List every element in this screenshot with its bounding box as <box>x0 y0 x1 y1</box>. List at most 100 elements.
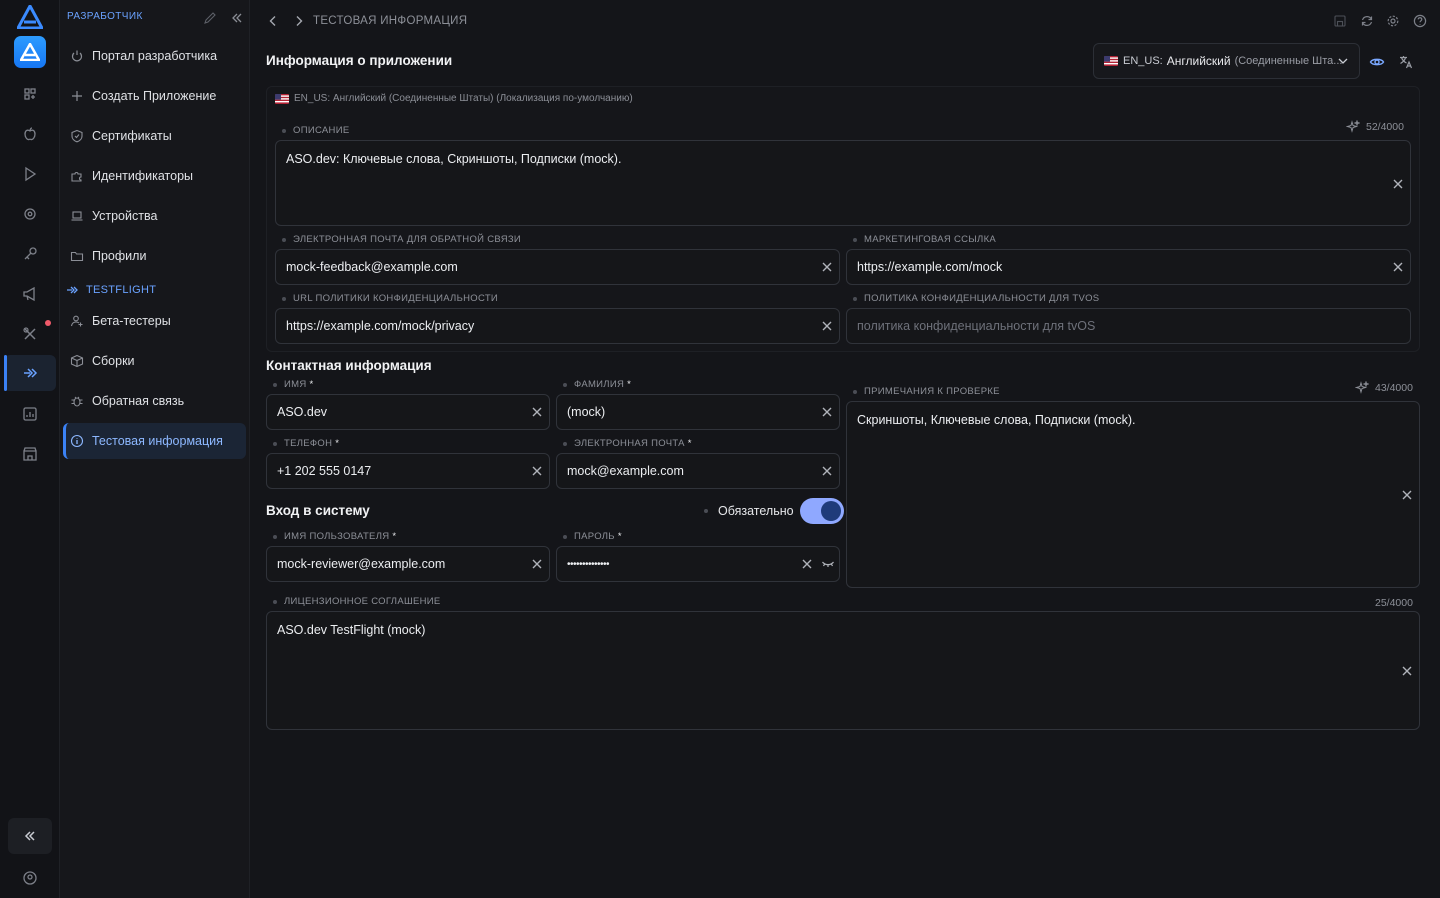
testflight-icon[interactable] <box>20 363 40 383</box>
locale-region: (Соединенные Шта... <box>1234 55 1343 67</box>
collapse-sidebar-icon[interactable] <box>230 11 244 25</box>
sidebar-item-profiles[interactable]: Профили <box>63 238 246 274</box>
first-name-value: ASO.dev <box>277 405 328 419</box>
us-flag-icon <box>1104 56 1118 66</box>
sidebar-item-builds[interactable]: Сборки <box>63 343 246 379</box>
translate-icon[interactable] <box>1398 54 1414 70</box>
sidebar-item-label: Профили <box>92 249 147 263</box>
megaphone-icon[interactable] <box>20 284 40 304</box>
sidebar-item-beta-testers[interactable]: Бета-тестеры <box>63 303 246 339</box>
pencil-icon[interactable] <box>203 11 217 25</box>
toggle-knob <box>820 501 841 521</box>
target-icon[interactable] <box>20 204 40 224</box>
rail-collapse-button[interactable] <box>8 818 52 854</box>
required-toggle-row: Обязательно <box>704 498 844 524</box>
counter-text: 43/4000 <box>1375 382 1413 394</box>
analytics-icon[interactable] <box>20 404 40 424</box>
locale-header-text: EN_US: Английский (Соединенные Штаты) (Л… <box>294 93 633 104</box>
password-input[interactable]: •••••••••••••• <box>556 546 840 582</box>
plus-icon <box>72 91 82 101</box>
us-flag-icon <box>275 93 289 104</box>
username-label: ИМЯ ПОЛЬЗОВАТЕЛЯ * <box>273 531 396 542</box>
description-value: ASO.dev: Ключевые слова, Скриншоты, Подп… <box>286 152 622 166</box>
username-input[interactable]: mock-reviewer@example.com <box>266 546 550 582</box>
sidebar-item-identifiers[interactable]: Идентификаторы <box>63 158 246 194</box>
app-info-title: Информация о приложении <box>266 53 453 68</box>
close-icon[interactable] <box>531 465 543 477</box>
close-icon[interactable] <box>1392 261 1404 273</box>
tvos-privacy-input[interactable]: политика конфиденциальности для tvOS <box>846 308 1411 344</box>
sidebar-item-devices[interactable]: Устройства <box>63 198 246 234</box>
license-textarea[interactable]: ASO.dev TestFlight (mock) <box>266 611 1420 730</box>
user-account-icon[interactable] <box>20 868 40 888</box>
first-name-label: ИМЯ * <box>273 379 314 390</box>
puzzle-icon <box>71 172 82 182</box>
sidebar-item-label: Портал разработчика <box>92 49 218 63</box>
refresh-icon[interactable] <box>1360 14 1374 28</box>
sidebar-item-developer-portal[interactable]: Портал разработчика <box>63 38 246 74</box>
sidebar-item-feedback[interactable]: Обратная связь <box>63 383 246 419</box>
license-label: ЛИЦЕНЗИОННОЕ СОГЛАШЕНИЕ <box>273 596 441 607</box>
sidebar-item-label: Сборки <box>92 354 135 368</box>
sidebar-item-create-app[interactable]: Создать Приложение <box>63 78 246 114</box>
close-icon[interactable] <box>1401 489 1413 501</box>
testflight-icon <box>67 286 78 294</box>
contact-email-input[interactable]: mock@example.com <box>556 453 840 489</box>
play-store-icon[interactable] <box>20 164 40 184</box>
page-title: ТЕСТОВАЯ ИНФОРМАЦИЯ <box>313 15 468 27</box>
close-icon[interactable] <box>821 261 833 273</box>
sparkle-icon[interactable] <box>1355 381 1369 395</box>
required-toggle[interactable] <box>799 498 844 524</box>
phone-value: +1 202 555 0147 <box>277 464 372 478</box>
grid-apps-icon[interactable] <box>20 84 40 104</box>
notification-dot <box>45 320 51 326</box>
tools-icon[interactable] <box>20 324 40 344</box>
top-bar: ТЕСТОВАЯ ИНФОРМАЦИЯ <box>250 0 1440 42</box>
folder-icon <box>70 251 84 262</box>
help-icon[interactable] <box>1413 14 1427 28</box>
close-icon[interactable] <box>1392 178 1404 190</box>
close-icon[interactable] <box>531 558 543 570</box>
save-icon[interactable] <box>1333 14 1347 28</box>
app-icon[interactable] <box>14 36 46 68</box>
sidebar-item-certificates[interactable]: Сертификаты <box>63 118 246 154</box>
login-title: Вход в систему <box>266 503 370 518</box>
first-name-input[interactable]: ASO.dev <box>266 394 550 430</box>
sidebar-item-test-information[interactable]: Тестовая информация <box>63 423 246 459</box>
sparkle-icon[interactable] <box>1346 120 1360 134</box>
review-notes-textarea[interactable]: Скриншоты, Ключевые слова, Подписки (moc… <box>846 401 1420 588</box>
sidebar: РАЗРАБОТЧИК Портал разработчика Создать … <box>60 0 250 898</box>
phone-input[interactable]: +1 202 555 0147 <box>266 453 550 489</box>
privacy-url-input[interactable]: https://example.com/mock/privacy <box>275 308 840 344</box>
apple-icon[interactable] <box>20 124 40 144</box>
marketing-url-input[interactable]: https://example.com/mock <box>846 249 1411 285</box>
required-toggle-label: Обязательно <box>718 504 794 518</box>
eye-icon[interactable] <box>1369 54 1385 70</box>
laptop-icon <box>71 211 83 221</box>
section-label: TESTFLIGHT <box>86 284 157 296</box>
store-icon[interactable] <box>20 444 40 464</box>
brand-logo-icon[interactable] <box>17 5 43 29</box>
close-icon[interactable] <box>821 465 833 477</box>
back-chevron-icon[interactable] <box>266 14 280 28</box>
license-counter: 25/4000 <box>1375 597 1413 609</box>
locale-select[interactable]: EN_US: Английский (Соединенные Шта... <box>1093 43 1360 79</box>
sidebar-item-label: Устройства <box>92 209 158 223</box>
key-icon[interactable] <box>20 244 40 264</box>
close-icon[interactable] <box>531 406 543 418</box>
feedback-email-input[interactable]: mock-feedback@example.com <box>275 249 840 285</box>
close-icon[interactable] <box>1401 665 1413 677</box>
gear-icon[interactable] <box>1386 14 1400 28</box>
eye-closed-icon[interactable] <box>821 558 835 570</box>
close-icon[interactable] <box>821 320 833 332</box>
privacy-url-value: https://example.com/mock/privacy <box>286 319 475 333</box>
close-icon[interactable] <box>821 406 833 418</box>
last-name-value: (mock) <box>567 405 606 419</box>
last-name-input[interactable]: (mock) <box>556 394 840 430</box>
locale-language: Английский <box>1166 54 1231 68</box>
tvos-privacy-label: ПОЛИТИКА КОНФИДЕНЦИАЛЬНОСТИ ДЛЯ TVOS <box>853 293 1099 304</box>
close-icon[interactable] <box>801 558 813 570</box>
marketing-url-label: МАРКЕТИНГОВАЯ ССЫЛКА <box>853 234 996 245</box>
forward-chevron-icon[interactable] <box>292 14 306 28</box>
description-textarea[interactable]: ASO.dev: Ключевые слова, Скриншоты, Подп… <box>275 140 1411 226</box>
